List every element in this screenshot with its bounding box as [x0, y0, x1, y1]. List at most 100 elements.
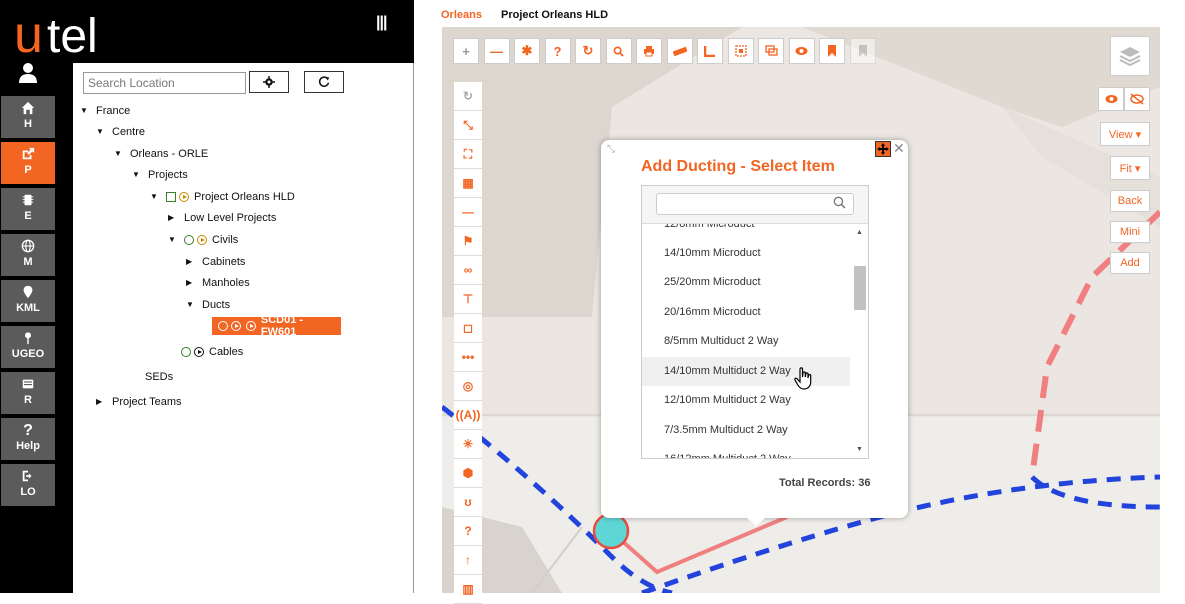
signpost-button[interactable]: ⊤	[454, 285, 482, 314]
list-item[interactable]: 25/20mm Microduct	[642, 268, 850, 297]
tree-settings-button[interactable]	[249, 71, 289, 93]
mini-button[interactable]: Mini	[1110, 221, 1150, 243]
expanded-arrow-icon[interactable]: ▼	[186, 297, 194, 313]
fit-dropdown[interactable]: Fit ▾	[1110, 156, 1150, 180]
redo-button[interactable]: ↻	[454, 82, 482, 111]
tree-node-selected[interactable]: SCD01 - FW601	[212, 314, 341, 338]
nav-help-button[interactable]: ? Help	[1, 418, 55, 462]
close-icon[interactable]: ✕	[893, 140, 905, 157]
expanded-arrow-icon[interactable]: ▼	[96, 124, 104, 140]
tree-node-france[interactable]: ▼ France	[80, 103, 130, 119]
print-button[interactable]	[636, 38, 662, 64]
expanded-arrow-icon[interactable]: ▼	[132, 167, 140, 183]
target-button[interactable]: ◎	[454, 372, 482, 401]
remove-button[interactable]: —	[454, 198, 482, 227]
collapsed-arrow-icon[interactable]: ▶	[186, 275, 194, 291]
collapsed-arrow-icon[interactable]: ▶	[186, 254, 194, 270]
flag-button[interactable]: ⚑	[454, 227, 482, 256]
view-dropdown[interactable]: View ▾	[1100, 122, 1150, 146]
expand-icon: ⛶	[463, 146, 473, 161]
table-button[interactable]: ▦	[454, 169, 482, 198]
stethoscope-button[interactable]: ʊ	[454, 488, 482, 517]
list-search-input[interactable]	[656, 193, 854, 215]
settings-button[interactable]: ✱	[514, 38, 540, 64]
tree-node-cables[interactable]: Cables	[181, 344, 243, 360]
tree-node-seds[interactable]: SEDs	[145, 369, 173, 385]
collapsed-arrow-icon[interactable]: ▶	[96, 394, 104, 410]
building-button[interactable]: ▥	[454, 575, 482, 604]
list-item[interactable]: 12/10mm Multiduct 2 Way	[642, 386, 850, 415]
tree-refresh-button[interactable]	[304, 71, 344, 93]
expanded-arrow-icon[interactable]: ▼	[80, 103, 88, 119]
tree-node-centre[interactable]: ▼ Centre	[96, 124, 145, 140]
nav-projects-button[interactable]: P	[1, 142, 55, 186]
nodes-icon: ◻	[463, 321, 473, 335]
tree-node-civils[interactable]: ▼ Civils	[168, 232, 238, 248]
expanded-arrow-icon[interactable]: ▼	[168, 232, 176, 248]
tree-node-cabinets[interactable]: ▶ Cabinets	[186, 254, 245, 270]
area-button[interactable]	[697, 38, 723, 64]
nav-logout-button[interactable]: LO	[1, 464, 55, 508]
help-button[interactable]: ?	[544, 38, 571, 64]
measure-button[interactable]	[666, 38, 693, 64]
nav-equipment-button[interactable]: E	[1, 188, 55, 232]
minus-icon: —	[462, 205, 474, 219]
asterisk-button[interactable]: ✳	[454, 430, 482, 459]
bookmark-button[interactable]	[819, 38, 845, 64]
list-item[interactable]: 14/10mm Microduct	[642, 239, 850, 268]
tree-node-projects[interactable]: ▼ Projects	[132, 167, 188, 183]
expanded-arrow-icon[interactable]: ▼	[150, 189, 158, 205]
tree-node-project-hld[interactable]: ▼ Project Orleans HLD	[150, 189, 295, 205]
help-circle-button[interactable]: ?	[454, 517, 482, 546]
zoom-out-button[interactable]: —	[483, 38, 510, 64]
move-icon[interactable]	[875, 141, 891, 157]
tree-node-ducts[interactable]: ▼ Ducts	[186, 297, 230, 313]
hide-layer-button[interactable]	[1124, 87, 1150, 111]
arrow-up-button[interactable]: ↑	[454, 546, 482, 575]
scrollbar-thumb[interactable]	[854, 266, 866, 310]
breadcrumb-link-orleans[interactable]: Orleans	[441, 9, 482, 21]
nav-home-button[interactable]: H	[1, 96, 55, 140]
zoom-in-button[interactable]: +	[453, 38, 479, 64]
more-button[interactable]: •••	[454, 343, 482, 372]
show-layer-button[interactable]	[1098, 87, 1124, 111]
layers-button[interactable]	[1110, 36, 1150, 76]
screens-button[interactable]	[758, 38, 784, 64]
voicemail-button[interactable]: ∞	[454, 256, 482, 285]
bookmark-disabled-button[interactable]	[849, 38, 876, 64]
nav-map-button[interactable]: M	[1, 234, 55, 278]
stethoscope-icon: ʊ	[464, 495, 472, 509]
search-location-input[interactable]	[83, 72, 246, 94]
nav-kml-button[interactable]: KML	[1, 280, 55, 324]
tree-node-low-level[interactable]: ▶ Low Level Projects	[168, 210, 276, 226]
menu-bars-icon[interactable]: |||	[376, 14, 387, 32]
add-button[interactable]: Add	[1110, 252, 1150, 274]
nodes-button[interactable]: ◻	[454, 314, 482, 343]
collapsed-arrow-icon[interactable]: ▶	[168, 210, 176, 226]
search-button[interactable]	[605, 38, 632, 64]
tree-node-project-teams[interactable]: ▶ Project Teams	[96, 394, 182, 410]
tree-node-orleans[interactable]: ▼ Orleans - ORLE	[114, 146, 208, 162]
back-button[interactable]: Back	[1110, 190, 1150, 212]
resize-icon[interactable]: ⤡	[607, 144, 615, 155]
nav-reports-button[interactable]: R	[1, 372, 55, 416]
list-item-hovered[interactable]: 14/10mm Multiduct 2 Way	[642, 357, 850, 386]
antenna-button[interactable]: ((A))	[454, 401, 482, 430]
cube-button[interactable]: ⬢	[454, 459, 482, 488]
select-area-button[interactable]	[727, 38, 754, 64]
scroll-down-icon[interactable]: ▼	[856, 446, 863, 453]
refresh-button[interactable]: ↻	[575, 38, 601, 64]
scroll-up-icon[interactable]: ▲	[856, 229, 863, 236]
user-icon[interactable]	[18, 62, 38, 84]
expand-button[interactable]: ⛶	[454, 140, 482, 169]
tree-node-manholes[interactable]: ▶ Manholes	[186, 275, 250, 291]
collapse-button[interactable]: ⤡	[454, 111, 482, 140]
expanded-arrow-icon[interactable]: ▼	[114, 146, 122, 162]
list-item[interactable]: 16/12mm Multiduct 2 Way	[642, 445, 850, 458]
list-scrollbar[interactable]: ▲ ▼	[853, 225, 867, 458]
nav-ugeo-button[interactable]: UGEO	[1, 326, 55, 370]
list-item[interactable]: 20/16mm Microduct	[642, 298, 850, 327]
list-item[interactable]: 8/5mm Multiduct 2 Way	[642, 327, 850, 356]
visibility-button[interactable]	[788, 38, 815, 64]
list-item[interactable]: 7/3.5mm Multiduct 2 Way	[642, 416, 850, 445]
